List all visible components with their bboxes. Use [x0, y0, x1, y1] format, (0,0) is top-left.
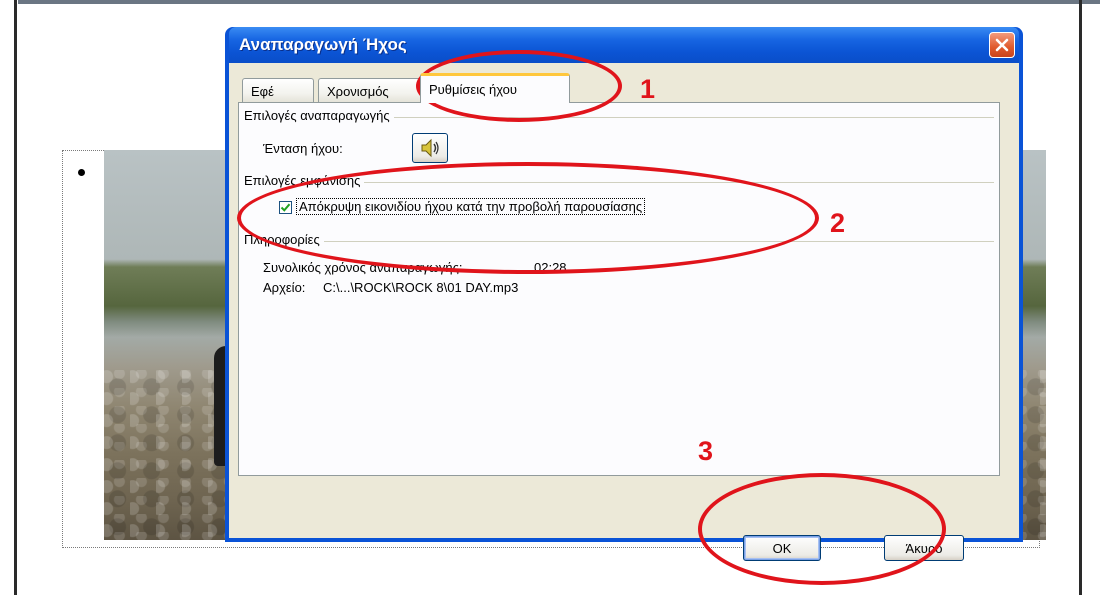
- annotation-number-3: 3: [698, 436, 714, 466]
- file-path-value: C:\...\ROCK\ROCK 8\01 DAY.mp3: [323, 280, 519, 295]
- dialog-client-area: Εφέ Χρονισμός Ρυθμίσεις ήχου Επιλογές αν…: [229, 63, 1019, 561]
- tab-effects[interactable]: Εφέ: [242, 78, 314, 103]
- tab-sound-settings[interactable]: Ρυθμίσεις ήχου: [420, 73, 570, 103]
- annotation-number-1: 1: [640, 74, 656, 104]
- dialog-title: Αναπαραγωγή Ήχος: [239, 35, 407, 54]
- tab-timing-label: Χρονισμός: [327, 83, 389, 99]
- annotation-ellipse-2: [237, 162, 819, 274]
- speaker-icon: [421, 138, 439, 158]
- annotation-number-2: 2: [830, 208, 846, 238]
- volume-button[interactable]: [412, 133, 448, 163]
- tab-effects-label: Εφέ: [251, 83, 274, 99]
- slide-left-border: [0, 0, 18, 595]
- bullet-point: [78, 169, 85, 176]
- slide-right-border: [1079, 0, 1082, 595]
- annotation-ellipse-3: [698, 473, 946, 585]
- tab-sound-settings-label: Ρυθμίσεις ήχου: [429, 82, 518, 97]
- playback-options-heading: Επιλογές αναπαραγωγής: [244, 108, 394, 123]
- sound-playback-dialog: Αναπαραγωγή Ήχος Εφέ Χρονισμός Ρυθμίσεις…: [225, 27, 1023, 561]
- tab-timing[interactable]: Χρονισμός: [318, 78, 424, 103]
- file-label: Αρχείο:: [263, 280, 306, 295]
- screen: Αναπαραγωγή Ήχος Εφέ Χρονισμός Ρυθμίσεις…: [0, 0, 1100, 595]
- dialog-titlebar[interactable]: Αναπαραγωγή Ήχος: [229, 27, 1019, 63]
- window-top-border: [0, 0, 1100, 4]
- volume-label: Ένταση ήχου:: [263, 141, 343, 156]
- close-icon: [995, 38, 1009, 52]
- tab-panel-sound-settings: Επιλογές αναπαραγωγής Ένταση ήχου: Επιλο…: [238, 102, 1000, 476]
- close-button[interactable]: [989, 32, 1015, 58]
